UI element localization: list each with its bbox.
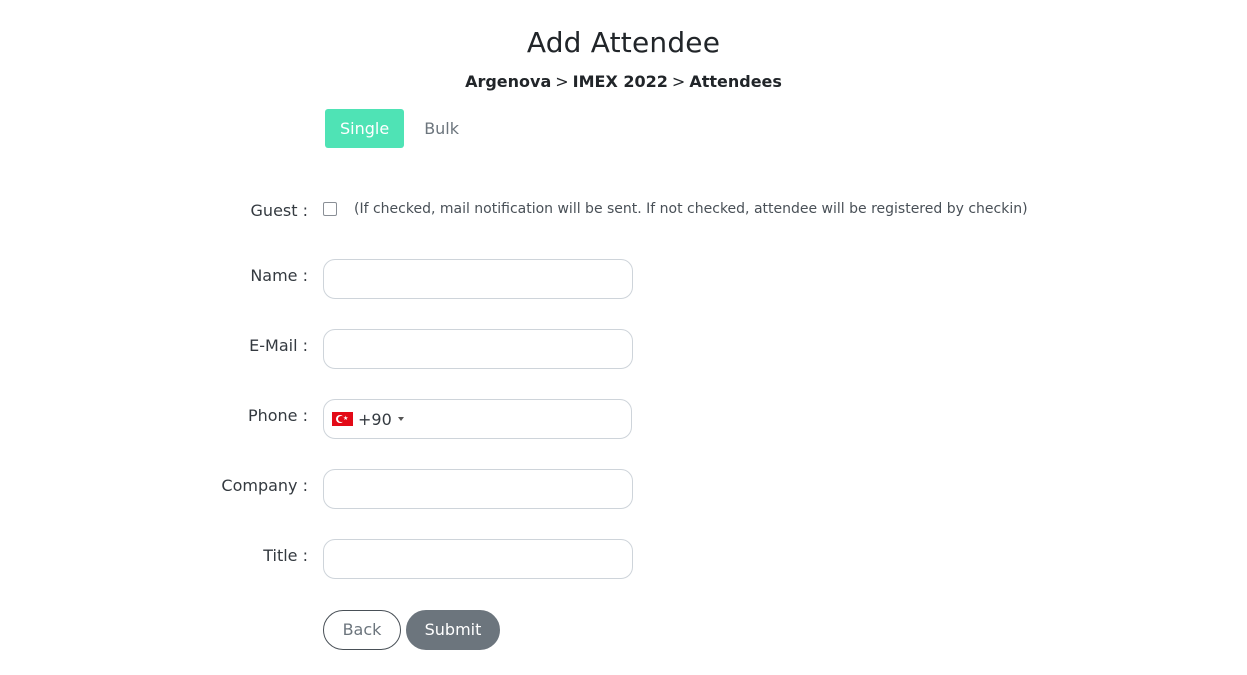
breadcrumb-item-attendees[interactable]: Attendees — [689, 72, 782, 91]
submit-button[interactable]: Submit — [406, 610, 500, 650]
title-label: Title : — [263, 546, 308, 565]
email-label: E-Mail : — [249, 336, 308, 355]
name-input[interactable] — [323, 259, 633, 299]
add-attendee-page: Add Attendee Argenova > IMEX 2022 > Attendee… — [0, 0, 1247, 675]
turkey-flag-icon[interactable]: ★ — [332, 412, 353, 426]
mode-tabs: Single Bulk — [325, 109, 474, 148]
guest-hint: (If checked, mail notification will be s… — [354, 201, 1028, 217]
tab-single[interactable]: Single — [325, 109, 405, 148]
phone-input[interactable]: ★ +90 — [323, 399, 632, 439]
title-input[interactable] — [323, 539, 633, 579]
breadcrumb-separator: > — [555, 72, 569, 91]
country-dropdown-caret-icon[interactable] — [397, 417, 404, 421]
email-input[interactable] — [323, 329, 633, 369]
dial-code: +90 — [358, 409, 392, 429]
breadcrumb: Argenova > IMEX 2022 > Attendees — [0, 72, 1247, 91]
tab-bulk[interactable]: Bulk — [409, 109, 474, 148]
company-label: Company : — [221, 476, 308, 495]
breadcrumb-item-organization[interactable]: Argenova — [465, 72, 551, 91]
name-label: Name : — [250, 266, 308, 285]
guest-checkbox[interactable] — [323, 202, 337, 216]
page-title: Add Attendee — [526, 26, 721, 59]
breadcrumb-separator: > — [671, 72, 686, 91]
phone-label: Phone : — [247, 406, 308, 425]
guest-label: Guest : — [250, 201, 308, 220]
back-button[interactable]: Back — [323, 610, 401, 650]
breadcrumb-item-event[interactable]: IMEX 2022 — [573, 72, 668, 91]
company-input[interactable] — [323, 469, 633, 509]
